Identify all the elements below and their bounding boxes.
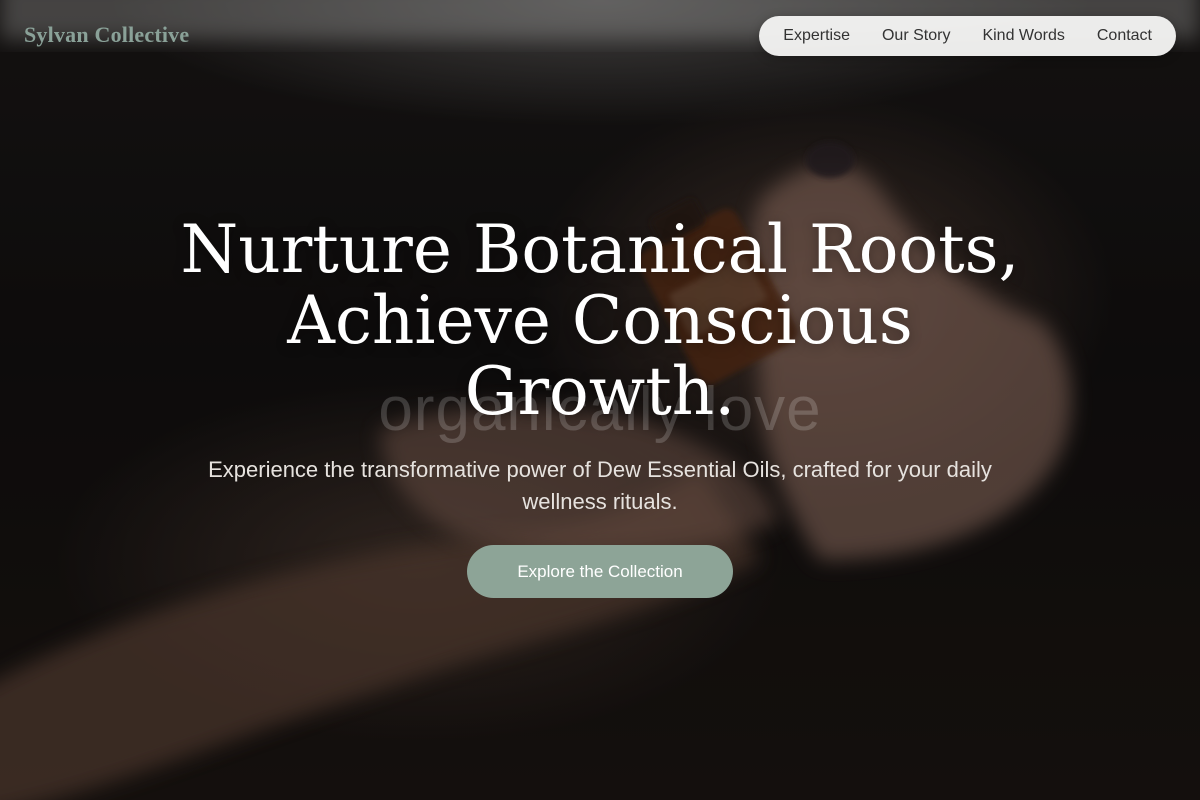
explore-collection-button[interactable]: Explore the Collection <box>467 545 733 598</box>
nav-item-expertise[interactable]: Expertise <box>767 27 866 45</box>
hero-headline: Nurture Botanical Roots, Achieve Conscio… <box>180 211 1020 430</box>
nav-item-kind-words[interactable]: Kind Words <box>966 27 1080 45</box>
hero-subheadline: Experience the transformative power of D… <box>208 457 992 514</box>
nav-item-our-story[interactable]: Our Story <box>866 27 966 45</box>
hero-section: Sylvan Collective Expertise Our Story Ki… <box>0 0 1200 800</box>
nav-item-contact[interactable]: Contact <box>1081 27 1168 45</box>
top-navigation: Expertise Our Story Kind Words Contact <box>759 16 1176 56</box>
brand-logo[interactable]: Sylvan Collective <box>24 22 189 48</box>
